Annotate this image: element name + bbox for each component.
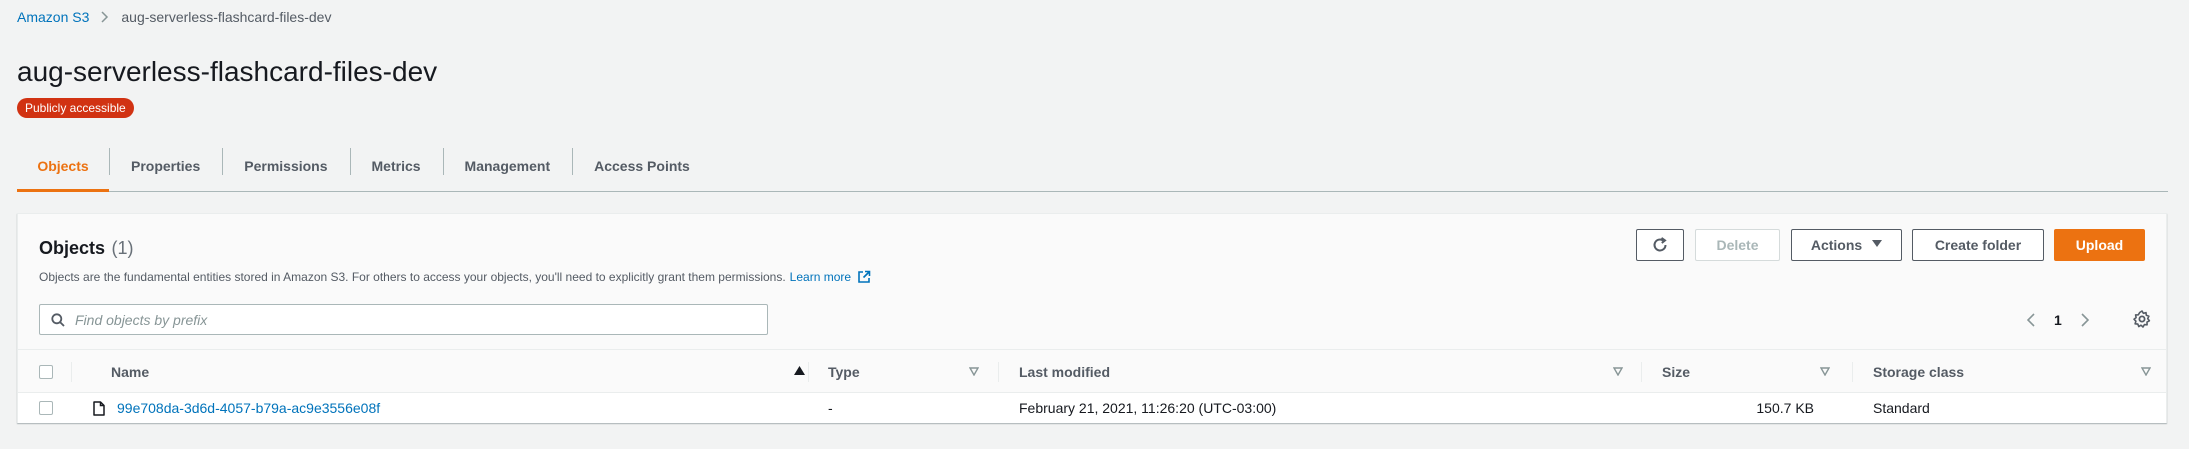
- sort-icon[interactable]: [2141, 367, 2151, 376]
- tab-management[interactable]: Management: [442, 140, 573, 191]
- file-icon: [93, 400, 105, 416]
- objects-header: Objects (1): [39, 238, 133, 259]
- delete-button[interactable]: Delete: [1695, 229, 1780, 261]
- object-name-link[interactable]: 99e708da-3d6d-4057-b79a-ac9e3556e08f: [117, 400, 380, 416]
- actions-dropdown-button[interactable]: Actions: [1791, 229, 1902, 261]
- column-size-label: Size: [1662, 364, 1691, 380]
- tab-permissions[interactable]: Permissions: [222, 140, 349, 191]
- objects-count: (1): [111, 238, 134, 258]
- search-icon: [51, 312, 65, 327]
- caret-down-icon: [1872, 239, 1883, 251]
- breadcrumb-root-link[interactable]: Amazon S3: [17, 9, 89, 25]
- upload-button[interactable]: Upload: [2054, 229, 2145, 261]
- select-all-cell: [39, 350, 53, 394]
- row-checkbox[interactable]: [39, 401, 53, 415]
- search-input[interactable]: [75, 311, 755, 328]
- column-header-last-modified[interactable]: Last modified: [998, 350, 1661, 394]
- search-box: [39, 304, 768, 335]
- tab-properties[interactable]: Properties: [109, 140, 222, 191]
- column-name-label: Name: [111, 364, 150, 380]
- row-last-modified-cell: February 21, 2021, 11:26:20 (UTC-03:00): [1019, 400, 1277, 416]
- sort-ascending-icon[interactable]: [794, 366, 805, 375]
- select-all-checkbox[interactable]: [39, 365, 53, 379]
- column-type-label: Type: [828, 364, 860, 380]
- table-header: Name Type Last modified Size Storage cla…: [18, 349, 2166, 393]
- row-storage-class-cell: Standard: [1873, 400, 1930, 416]
- create-folder-button[interactable]: Create folder: [1912, 229, 2044, 261]
- tab-bar: Objects Properties Permissions Metrics M…: [17, 140, 2168, 192]
- table-row[interactable]: 99e708da-3d6d-4057-b79a-ac9e3556e08f - F…: [18, 393, 2166, 423]
- current-page-number[interactable]: 1: [2054, 312, 2062, 328]
- pagination: 1: [2022, 308, 2094, 332]
- column-storage-class-label: Storage class: [1873, 364, 1965, 380]
- row-name-cell: 99e708da-3d6d-4057-b79a-ac9e3556e08f: [93, 393, 380, 423]
- column-last-modified-label: Last modified: [1019, 364, 1111, 380]
- learn-more-link[interactable]: Learn more: [790, 270, 851, 284]
- objects-description: Objects are the fundamental entities sto…: [39, 270, 871, 284]
- column-header-size[interactable]: Size: [1641, 350, 1841, 394]
- sort-icon[interactable]: [1820, 367, 1830, 376]
- column-header-type[interactable]: Type: [808, 350, 1015, 394]
- gear-icon[interactable]: [2132, 309, 2152, 329]
- row-size-cell: 150.7 KB: [1756, 400, 1814, 416]
- sort-icon[interactable]: [1613, 367, 1623, 376]
- next-page-icon[interactable]: [2076, 313, 2094, 327]
- breadcrumb: Amazon S3 aug-serverless-flashcard-files…: [17, 9, 331, 25]
- refresh-icon: [1651, 236, 1669, 254]
- sort-icon[interactable]: [969, 367, 979, 376]
- objects-title: Objects: [39, 238, 106, 258]
- chevron-right-icon: [101, 11, 109, 23]
- objects-description-text: Objects are the fundamental entities sto…: [39, 270, 786, 284]
- tab-objects[interactable]: Objects: [17, 140, 109, 192]
- column-header-name[interactable]: Name: [71, 350, 835, 394]
- tab-access-points[interactable]: Access Points: [572, 140, 712, 191]
- row-type-cell: -: [828, 400, 833, 416]
- column-header-storage-class[interactable]: Storage class: [1852, 350, 2167, 394]
- prev-page-icon[interactable]: [2022, 313, 2040, 327]
- refresh-button[interactable]: [1636, 229, 1684, 261]
- external-link-icon[interactable]: [857, 270, 871, 284]
- row-select-cell: [39, 393, 53, 423]
- page-title: aug-serverless-flashcard-files-dev: [17, 56, 438, 87]
- status-badge: Publicly accessible: [17, 98, 134, 118]
- actions-label: Actions: [1810, 237, 1863, 253]
- objects-panel: Objects (1) Objects are the fundamental …: [17, 213, 2167, 423]
- breadcrumb-current: aug-serverless-flashcard-files-dev: [121, 9, 332, 25]
- tab-metrics[interactable]: Metrics: [349, 140, 443, 191]
